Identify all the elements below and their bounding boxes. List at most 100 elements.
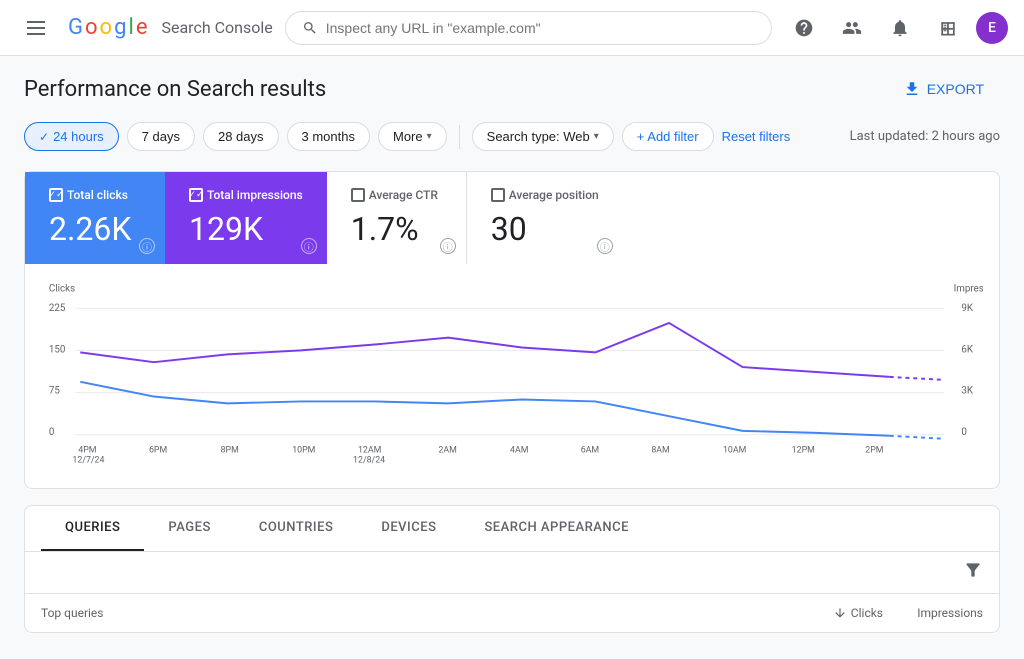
position-checkbox[interactable] bbox=[491, 188, 505, 202]
search-bar[interactable] bbox=[285, 11, 772, 45]
google-logo-text: G o o g l e bbox=[68, 15, 147, 40]
svg-text:6K: 6K bbox=[961, 344, 974, 355]
metric-impressions-label: ✓ Total impressions bbox=[189, 188, 303, 202]
svg-text:10PM: 10PM bbox=[292, 445, 315, 455]
logo-g: G bbox=[68, 15, 83, 40]
logo-l: l bbox=[128, 15, 133, 40]
svg-text:0: 0 bbox=[961, 427, 967, 438]
export-icon bbox=[903, 80, 921, 98]
impressions-checkbox[interactable]: ✓ bbox=[189, 188, 203, 202]
tab-devices[interactable]: DEVICES bbox=[357, 506, 460, 551]
people-icon[interactable] bbox=[832, 8, 872, 48]
clicks-info-icon[interactable]: ⓘ bbox=[139, 238, 155, 254]
logo: G o o g l e Search Console bbox=[68, 15, 273, 40]
svg-text:4AM: 4AM bbox=[510, 445, 528, 455]
svg-text:8AM: 8AM bbox=[651, 445, 669, 455]
svg-text:3K: 3K bbox=[961, 386, 974, 397]
search-input[interactable] bbox=[326, 20, 755, 36]
search-icon bbox=[302, 20, 318, 36]
svg-text:12/7/24: 12/7/24 bbox=[72, 455, 104, 465]
svg-text:8PM: 8PM bbox=[221, 445, 239, 455]
impressions-info-icon[interactable]: ⓘ bbox=[301, 238, 317, 254]
svg-text:2PM: 2PM bbox=[865, 445, 883, 455]
sort-icon bbox=[833, 606, 847, 620]
metric-total-clicks: ✓ Total clicks 2.26K ⓘ bbox=[25, 172, 165, 264]
tab-pages[interactable]: PAGES bbox=[144, 506, 234, 551]
performance-chart: Clicks 225 150 75 0 Impressions 9K 6K 3K… bbox=[41, 272, 983, 472]
logo-o2: o bbox=[100, 15, 113, 40]
reset-filters-button[interactable]: Reset filters bbox=[722, 129, 791, 144]
notifications-icon[interactable] bbox=[880, 8, 920, 48]
ctr-checkbox[interactable] bbox=[351, 188, 365, 202]
col-query: Top queries bbox=[41, 606, 783, 620]
filter-7days[interactable]: 7 days bbox=[127, 122, 195, 151]
menu-icon[interactable] bbox=[16, 8, 56, 48]
add-filter-button[interactable]: + Add filter bbox=[622, 122, 714, 151]
header-icons: E bbox=[784, 8, 1008, 48]
page-title: Performance on Search results bbox=[24, 77, 326, 102]
metric-ctr-label: Average CTR bbox=[351, 188, 442, 202]
tab-queries[interactable]: QUERIES bbox=[41, 506, 144, 551]
logo-g2: g bbox=[114, 15, 126, 40]
app-header: G o o g l e Search Console E bbox=[0, 0, 1024, 56]
search-type-filter[interactable]: Search type: Web ▾ bbox=[472, 122, 614, 151]
svg-text:Clicks: Clicks bbox=[49, 284, 75, 295]
check-icon: ✓ bbox=[39, 130, 49, 144]
svg-text:225: 225 bbox=[49, 303, 66, 314]
metric-clicks-label: ✓ Total clicks bbox=[49, 188, 141, 202]
performance-card: ✓ Total clicks 2.26K ⓘ ✓ Total impressio… bbox=[24, 171, 1000, 489]
metric-avg-ctr: Average CTR 1.7% ⓘ bbox=[327, 172, 467, 264]
metric-position-value: 30 bbox=[491, 210, 599, 248]
svg-text:12PM: 12PM bbox=[792, 445, 815, 455]
svg-text:9K: 9K bbox=[961, 303, 974, 314]
chart-container: Clicks 225 150 75 0 Impressions 9K 6K 3K… bbox=[25, 264, 999, 488]
svg-text:150: 150 bbox=[49, 344, 66, 355]
filter-24hours[interactable]: ✓ 24 hours bbox=[24, 122, 119, 151]
tabs-actions bbox=[25, 552, 999, 594]
chevron-down-icon: ▾ bbox=[427, 131, 432, 142]
col-impressions: Impressions bbox=[883, 606, 983, 620]
svg-text:Impressions: Impressions bbox=[954, 284, 983, 295]
logo-o1: o bbox=[85, 15, 98, 40]
filter-3months[interactable]: 3 months bbox=[287, 122, 370, 151]
tabs-section: QUERIES PAGES COUNTRIES DEVICES SEARCH A… bbox=[24, 505, 1000, 633]
svg-text:6AM: 6AM bbox=[581, 445, 599, 455]
ctr-info-icon[interactable]: ⓘ bbox=[440, 238, 456, 254]
table-filter-icon[interactable] bbox=[963, 560, 983, 585]
svg-text:12/8/24: 12/8/24 bbox=[353, 455, 385, 465]
metric-avg-position: Average position 30 ⓘ bbox=[467, 172, 623, 264]
col-clicks: Clicks bbox=[783, 606, 883, 620]
export-button[interactable]: EXPORT bbox=[887, 72, 1000, 106]
page-title-row: Performance on Search results EXPORT bbox=[24, 72, 1000, 106]
chevron-down-icon-2: ▾ bbox=[594, 131, 599, 142]
svg-text:2AM: 2AM bbox=[438, 445, 456, 455]
last-updated: Last updated: 2 hours ago bbox=[850, 129, 1000, 144]
svg-text:12AM: 12AM bbox=[358, 445, 381, 455]
metric-impressions-value: 129K bbox=[189, 210, 303, 248]
logo-e: e bbox=[136, 15, 148, 40]
table-header: Top queries Clicks Impressions bbox=[25, 594, 999, 632]
svg-text:75: 75 bbox=[49, 386, 61, 397]
metric-clicks-value: 2.26K bbox=[49, 210, 141, 248]
app-name: Search Console bbox=[161, 18, 272, 37]
filter-28days[interactable]: 28 days bbox=[203, 122, 279, 151]
apps-icon[interactable] bbox=[928, 8, 968, 48]
tab-search-appearance[interactable]: SEARCH APPEARANCE bbox=[460, 506, 653, 551]
filter-divider bbox=[459, 125, 460, 149]
avatar[interactable]: E bbox=[976, 12, 1008, 44]
metric-total-impressions: ✓ Total impressions 129K ⓘ bbox=[165, 172, 327, 264]
position-info-icon[interactable]: ⓘ bbox=[597, 238, 613, 254]
filter-more[interactable]: More ▾ bbox=[378, 122, 447, 151]
clicks-checkbox[interactable]: ✓ bbox=[49, 188, 63, 202]
tabs-bar: QUERIES PAGES COUNTRIES DEVICES SEARCH A… bbox=[25, 506, 999, 552]
svg-text:6PM: 6PM bbox=[149, 445, 167, 455]
metric-position-label: Average position bbox=[491, 188, 599, 202]
svg-text:0: 0 bbox=[49, 427, 55, 438]
filter-bar: ✓ 24 hours 7 days 28 days 3 months More … bbox=[24, 122, 1000, 151]
help-icon[interactable] bbox=[784, 8, 824, 48]
main-content: Performance on Search results EXPORT ✓ 2… bbox=[0, 56, 1024, 649]
metrics-top: ✓ Total clicks 2.26K ⓘ ✓ Total impressio… bbox=[25, 172, 999, 264]
svg-text:10AM: 10AM bbox=[723, 445, 746, 455]
tab-countries[interactable]: COUNTRIES bbox=[235, 506, 358, 551]
svg-text:4PM: 4PM bbox=[78, 445, 96, 455]
